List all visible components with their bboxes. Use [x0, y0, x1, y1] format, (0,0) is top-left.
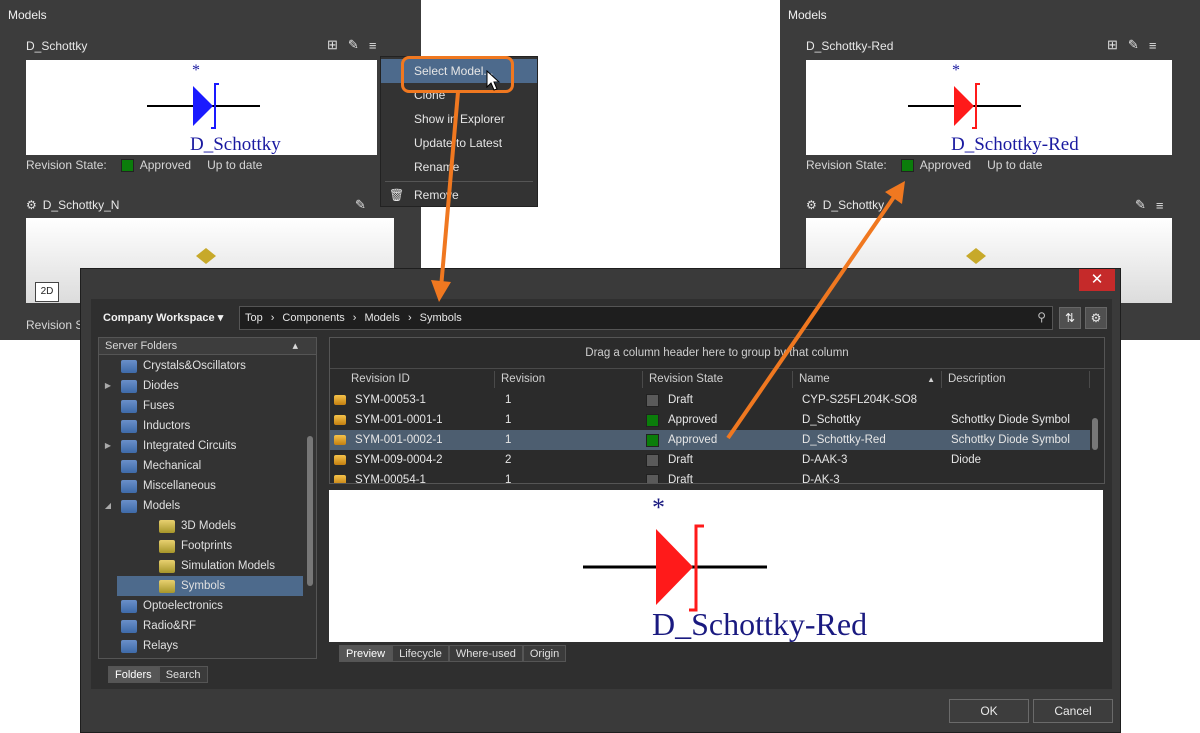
callout-arrow-up	[726, 192, 898, 440]
callout-arrow-down	[439, 91, 460, 289]
arrowhead-icon	[885, 181, 905, 204]
arrowhead-icon	[431, 280, 451, 302]
callout-arrows	[431, 91, 905, 440]
